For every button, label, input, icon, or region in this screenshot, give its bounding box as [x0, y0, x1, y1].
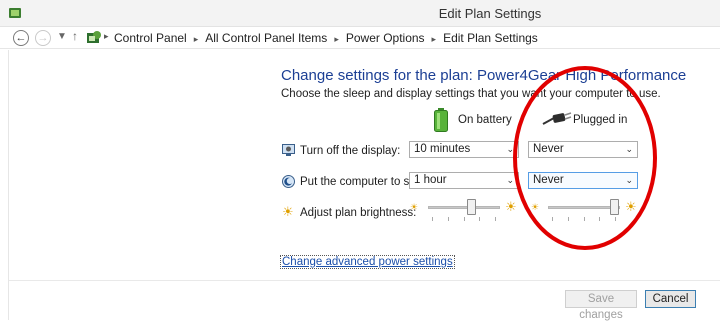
- annotation-circle: [513, 66, 657, 250]
